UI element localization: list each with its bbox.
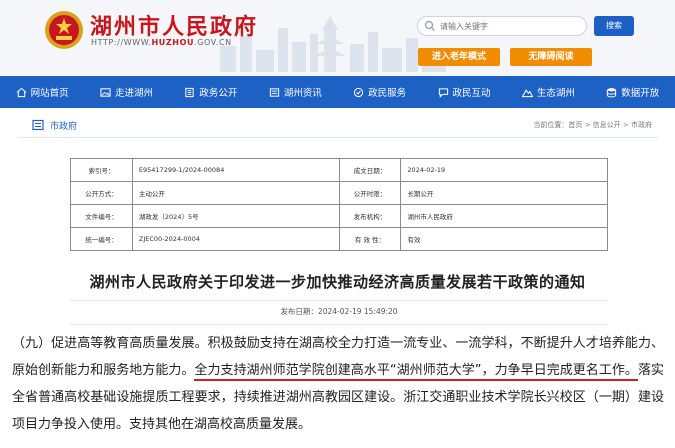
meta-value: ZJEC00-2024-0004 xyxy=(131,227,340,251)
document-body-paragraph: （九）促进高等教育高质量发展。积极鼓励支持在湖高校全力打造一流专业、一流学科，不… xyxy=(12,330,664,438)
picture-icon xyxy=(100,87,111,97)
meta-label: 索引号： xyxy=(70,158,133,182)
meta-label: 成文日期： xyxy=(338,158,402,182)
meta-value: 2024-02-19 xyxy=(400,158,608,182)
site-url: HTTP://WWW.HUZHOU.GOV.CN xyxy=(91,38,232,47)
meta-value: 湖州市人民政府 xyxy=(400,204,608,228)
meta-value: 主动公开 xyxy=(131,181,340,205)
section-title[interactable]: 市政府 xyxy=(50,119,77,132)
main-nav: 网站首页 走进湖州 政务公开 湖州资讯 政民服务 政民互动 生态湖州 数据开放 xyxy=(0,76,675,108)
building-icon xyxy=(185,87,195,97)
nav-item-open-data[interactable]: 数据开放 xyxy=(591,76,675,108)
search-icon xyxy=(424,20,435,31)
meta-label: 统一编号： xyxy=(70,227,133,251)
meta-label: 文件编号： xyxy=(70,204,133,228)
nav-item-home[interactable]: 网站首页 xyxy=(0,76,84,108)
search-button[interactable]: 搜索 xyxy=(594,16,634,36)
meta-label: 公开时限： xyxy=(338,181,402,205)
meta-label: 有 效 性： xyxy=(338,227,402,251)
divider xyxy=(70,300,608,301)
table-row: 索引号： E95417299-1/2024-00084 成文日期： 2024-0… xyxy=(70,158,608,182)
table-row: 公开方式： 主动公开 公开时限： 长期公开 xyxy=(70,181,608,205)
service-icon xyxy=(354,87,364,97)
divider xyxy=(70,324,608,325)
nav-item-news[interactable]: 湖州资讯 xyxy=(253,76,337,108)
nav-item-ecology[interactable]: 生态湖州 xyxy=(506,76,590,108)
national-emblem-logo xyxy=(45,11,83,49)
news-icon xyxy=(269,87,279,97)
table-row: 文件编号： 湖政发〔2024〕5号 发布机构： 湖州市人民政府 xyxy=(70,204,608,228)
mountain-icon xyxy=(521,88,533,97)
document-meta-table: 索引号： E95417299-1/2024-00084 成文日期： 2024-0… xyxy=(70,158,608,251)
accessible-reading-button[interactable]: 无障碍阅读 xyxy=(510,48,592,66)
home-icon xyxy=(16,87,27,97)
meta-label: 发布机构： xyxy=(338,204,402,228)
nav-item-gov-affairs[interactable]: 政务公开 xyxy=(169,76,253,108)
publish-date: 发布日期：2024-02-19 15:49:20 xyxy=(280,307,398,316)
search-box[interactable] xyxy=(417,16,587,36)
highlighted-text: 全力支持湖州师范学院创建高水平“湖州师范大学”，力争早日完成更名工作。 xyxy=(194,363,638,381)
document-list-icon xyxy=(32,119,44,131)
table-row: 统一编号： ZJEC00-2024-0004 有 效 性： 有效 xyxy=(70,227,608,251)
interact-icon xyxy=(438,87,448,98)
breadcrumb: 市政府 当前位置：首页 > 信息公开 > 市政府 xyxy=(18,114,658,138)
meta-value: 有效 xyxy=(400,227,608,251)
site-header: 湖州市人民政府 HTTP://WWW.HUZHOU.GOV.CN 搜索 进入老年… xyxy=(0,0,675,76)
document-title: 湖州市人民政府关于印发进一步加快推动经济高质量发展若干政策的通知 xyxy=(89,273,586,291)
breadcrumb-path[interactable]: 当前位置：首页 > 信息公开 > 市政府 xyxy=(533,120,652,130)
nav-item-interaction[interactable]: 政民互动 xyxy=(422,76,506,108)
meta-value: 湖政发〔2024〕5号 xyxy=(131,204,340,228)
site-title: 湖州市人民政府 xyxy=(90,14,259,40)
meta-label: 公开方式： xyxy=(70,181,133,205)
elder-mode-button[interactable]: 进入老年模式 xyxy=(418,48,500,66)
meta-value: E95417299-1/2024-00084 xyxy=(131,158,340,182)
nav-item-services[interactable]: 政民服务 xyxy=(338,76,422,108)
nav-item-about[interactable]: 走进湖州 xyxy=(84,76,168,108)
search-input[interactable] xyxy=(440,19,580,33)
data-icon xyxy=(607,87,617,97)
meta-value: 长期公开 xyxy=(400,181,608,205)
